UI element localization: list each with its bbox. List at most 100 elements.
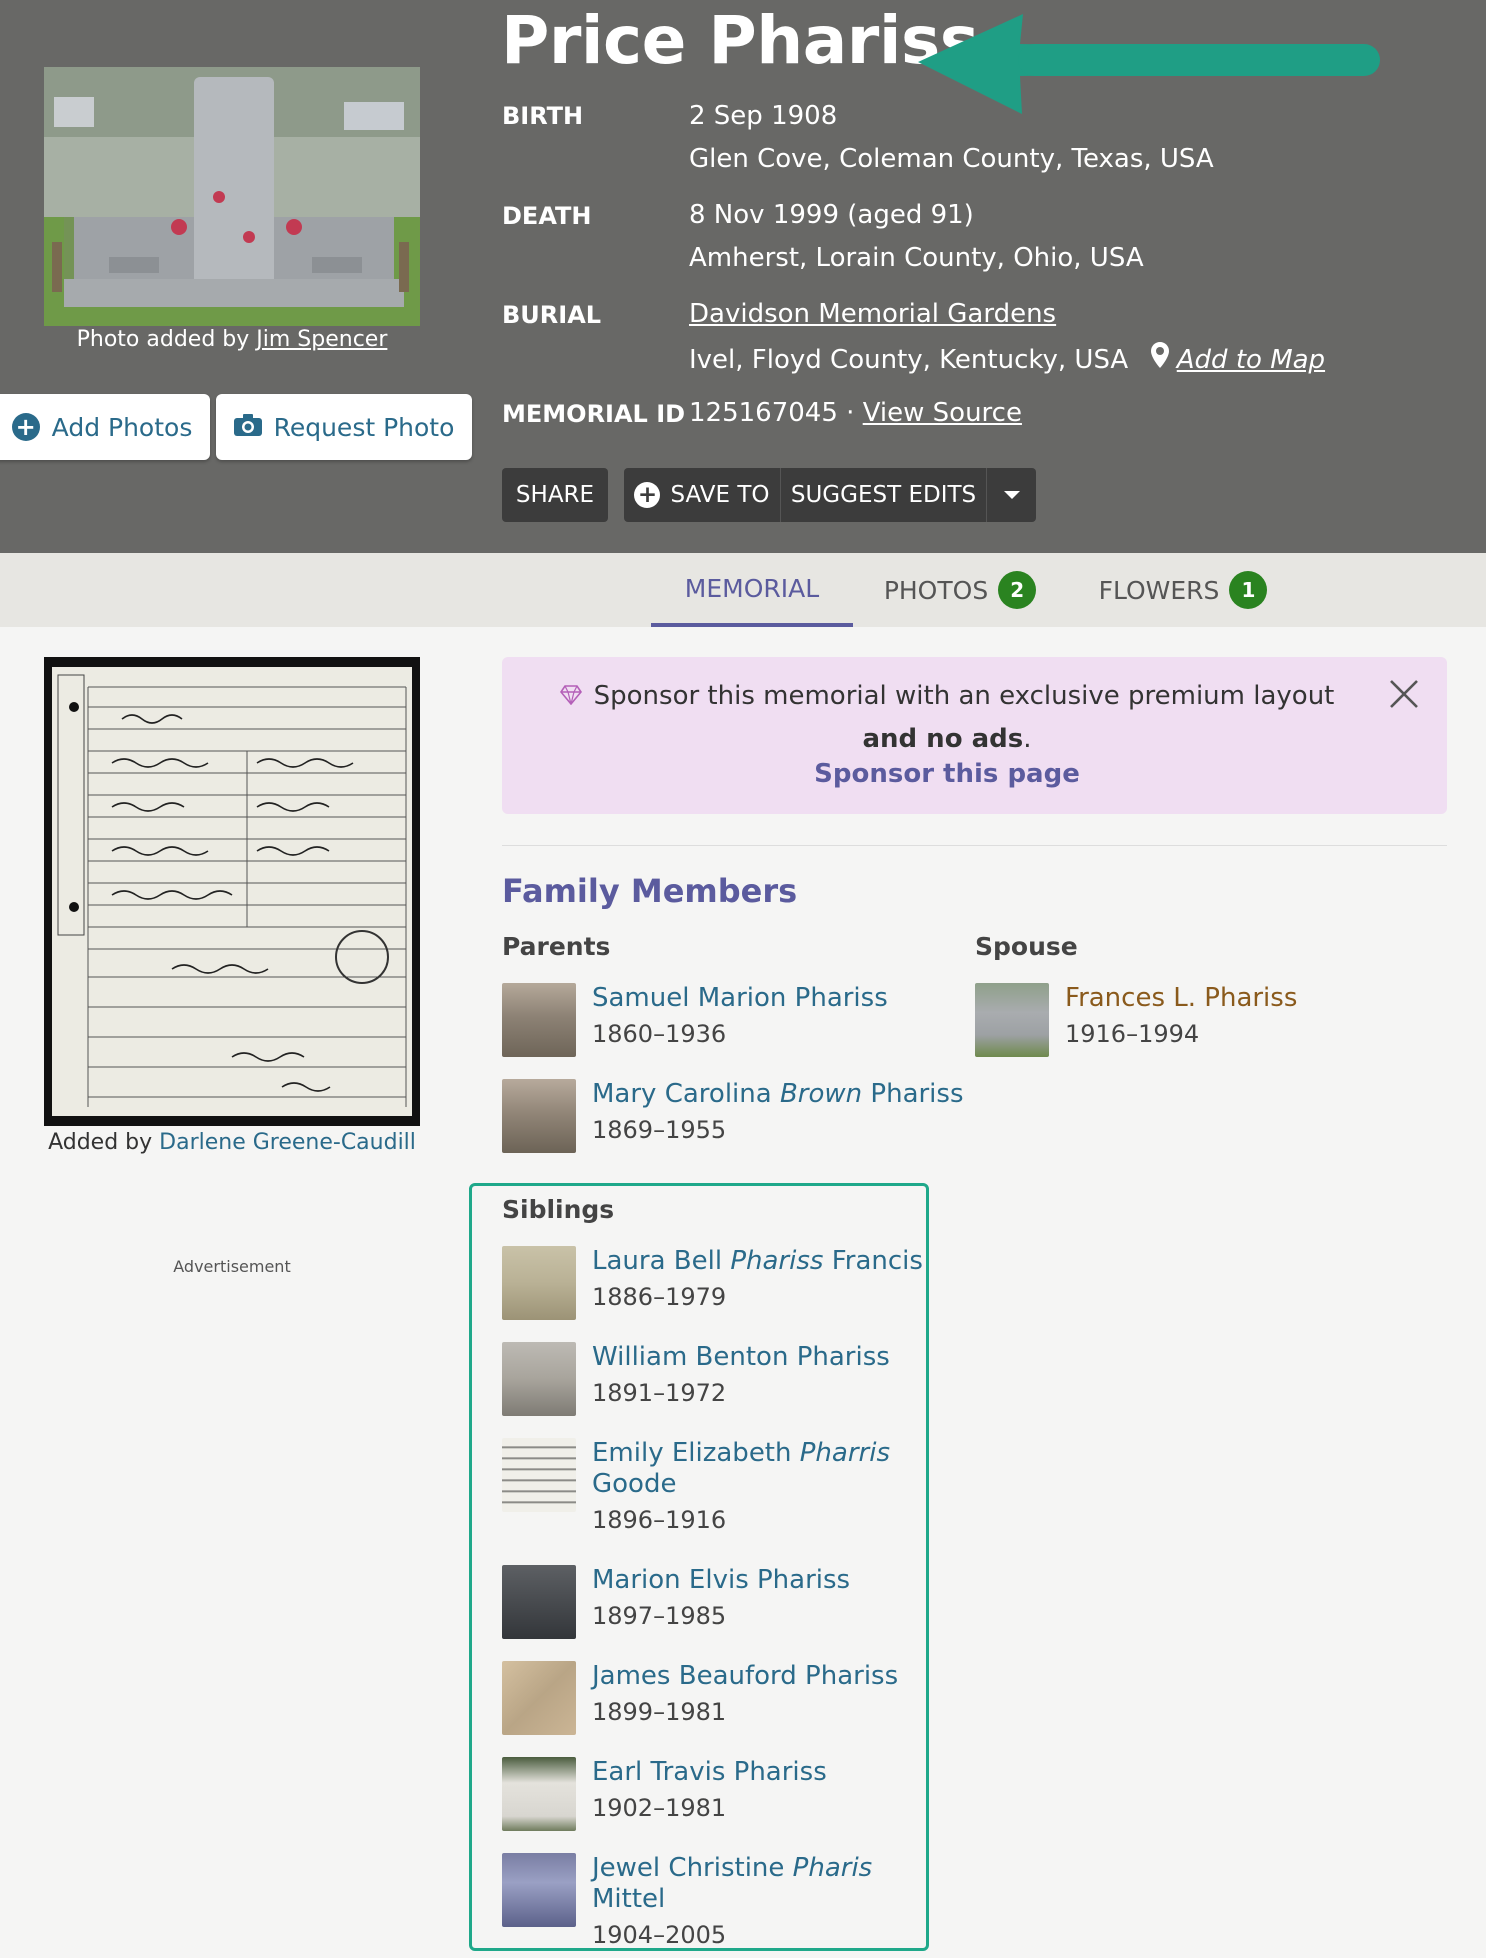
member-name: James Beauford Phariss — [592, 1661, 898, 1692]
sponsor-message: Sponsor this memorial with an exclusive … — [593, 681, 1335, 711]
member-thumbnail — [502, 1757, 576, 1831]
family-member-sibling[interactable]: Earl Travis Phariss 1902–1981 — [502, 1757, 827, 1831]
certificate-credit-label: Added by — [48, 1130, 153, 1155]
member-name-first: Earl Travis Phariss — [592, 1757, 827, 1787]
add-to-map-link[interactable]: Add to Map — [1177, 345, 1325, 375]
family-member-sibling[interactable]: Marion Elvis Phariss 1897–1985 — [502, 1565, 850, 1639]
member-name-first: James Beauford Phariss — [592, 1661, 899, 1691]
sponsor-text: Sponsor this memorial with an exclusive … — [542, 675, 1352, 760]
tab-photos[interactable]: PHOTOS 2 — [880, 553, 1040, 627]
member-dates: 1860–1936 — [592, 1020, 727, 1048]
certificate-credit-link[interactable]: Darlene Greene-Caudill — [159, 1130, 416, 1155]
death-place: Amherst, Lorain County, Ohio, USA — [689, 243, 1144, 273]
tab-memorial[interactable]: MEMORIAL — [651, 553, 853, 627]
member-thumbnail — [975, 983, 1049, 1057]
suggest-edits-button[interactable]: SUGGEST EDITS — [780, 468, 986, 522]
death-label: DEATH — [502, 202, 592, 230]
member-dates: 1886–1979 — [592, 1283, 727, 1311]
member-name-first: Mary Carolina — [592, 1079, 772, 1109]
request-photo-button[interactable]: Request Photo — [216, 394, 472, 460]
sponsor-page-link[interactable]: Sponsor this page — [502, 759, 1392, 789]
member-name-last: Phariss — [870, 1079, 964, 1109]
member-thumbnail — [502, 1853, 576, 1927]
family-member-parent[interactable]: Mary Carolina Brown Phariss 1869–1955 — [502, 1079, 964, 1153]
siblings-title: Siblings — [502, 1195, 615, 1224]
member-info: Jewel Christine Pharis Mittel 1904–2005 — [592, 1853, 892, 1949]
photo-credit-link[interactable]: Jim Spencer — [256, 327, 387, 352]
annotation-arrow — [918, 14, 1388, 118]
family-member-sibling[interactable]: Emily Elizabeth Pharris Goode 1896–1916 — [502, 1438, 892, 1534]
memorial-header: Photo added by Jim Spencer + Add Photos … — [0, 0, 1486, 553]
family-member-parent[interactable]: Samuel Marion Phariss 1860–1936 — [502, 983, 888, 1057]
member-name: Samuel Marion Phariss — [592, 983, 888, 1014]
member-info: James Beauford Phariss 1899–1981 — [592, 1661, 898, 1735]
suggest-edits-label: SUGGEST EDITS — [790, 482, 977, 508]
tab-photos-label: PHOTOS — [883, 575, 989, 605]
member-info: Laura Bell Phariss Francis 1886–1979 — [592, 1246, 923, 1320]
member-thumbnail — [502, 1661, 576, 1735]
birth-place: Glen Cove, Coleman County, Texas, USA — [689, 144, 1214, 174]
member-name: Earl Travis Phariss — [592, 1757, 827, 1788]
photo-credit-label: Photo added by — [76, 327, 250, 352]
member-name-first: Emily Elizabeth — [592, 1438, 792, 1468]
member-name: Marion Elvis Phariss — [592, 1565, 850, 1596]
member-thumbnail — [502, 1565, 576, 1639]
certificate-credit: Added by Darlene Greene-Caudill — [44, 1130, 420, 1155]
member-name-last: Goode — [592, 1469, 677, 1499]
member-name-maiden: Pharis — [792, 1853, 873, 1883]
member-thumbnail — [502, 1079, 576, 1153]
member-name-first: Laura Bell — [592, 1246, 723, 1276]
sponsor-banner: Sponsor this memorial with an exclusive … — [502, 657, 1447, 814]
member-dates: 1896–1916 — [592, 1506, 727, 1534]
save-to-button[interactable]: + SAVE TO — [624, 468, 780, 522]
burial-label: BURIAL — [502, 301, 602, 329]
burial-cemetery: Davidson Memorial Gardens — [689, 299, 1056, 329]
tab-flowers-label: FLOWERS — [1098, 575, 1220, 605]
plus-circle-icon: + — [11, 413, 40, 441]
more-options-button[interactable] — [986, 468, 1036, 522]
family-member-spouse[interactable]: Frances L. Phariss 1916–1994 — [975, 983, 1297, 1057]
sponsor-message-bold: and no ads — [862, 723, 1024, 754]
member-thumbnail — [502, 1246, 576, 1320]
member-dates: 1902–1981 — [592, 1794, 727, 1822]
memorial-id-label: MEMORIAL ID — [502, 400, 686, 428]
member-name-last: Francis — [831, 1246, 923, 1276]
member-info: Emily Elizabeth Pharris Goode 1896–1916 — [592, 1438, 892, 1534]
id-separator: · — [846, 398, 855, 428]
family-member-sibling[interactable]: James Beauford Phariss 1899–1981 — [502, 1661, 898, 1735]
tab-memorial-label: MEMORIAL — [684, 573, 820, 603]
member-name-first: Marion Elvis Phariss — [592, 1565, 851, 1595]
close-icon[interactable] — [1387, 677, 1421, 715]
share-button[interactable]: SHARE — [502, 468, 608, 522]
member-name-first: Frances L. Phariss — [1065, 983, 1298, 1013]
photos-count-badge: 2 — [998, 571, 1037, 609]
burial-place-row: Ivel, Floyd County, Kentucky, USA Add to… — [689, 342, 1325, 375]
plus-circle-icon: + — [634, 482, 661, 508]
save-to-label: SAVE TO — [670, 482, 770, 508]
gravestone-photo[interactable] — [44, 67, 420, 326]
cemetery-link[interactable]: Davidson Memorial Gardens — [689, 299, 1056, 329]
view-source-link[interactable]: View Source — [863, 398, 1022, 428]
add-photos-button[interactable]: + Add Photos — [0, 394, 210, 460]
death-certificate-image[interactable] — [44, 657, 420, 1126]
member-name-last: Mittel — [592, 1884, 666, 1914]
memorial-id: 125167045 — [689, 398, 838, 428]
memorial-id-row: 125167045 · View Source — [689, 398, 1022, 428]
member-info: Earl Travis Phariss 1902–1981 — [592, 1757, 827, 1831]
share-label: SHARE — [515, 482, 595, 508]
tab-flowers[interactable]: FLOWERS 1 — [1098, 553, 1268, 627]
member-name-first: William Benton Phariss — [592, 1342, 890, 1372]
member-info: Marion Elvis Phariss 1897–1985 — [592, 1565, 850, 1639]
member-name: Emily Elizabeth Pharris Goode — [592, 1438, 892, 1500]
add-photos-label: Add Photos — [51, 412, 193, 442]
parents-title: Parents — [502, 932, 611, 961]
certificate-paper — [52, 667, 412, 1116]
member-thumbnail — [502, 1438, 576, 1512]
tab-bar: MEMORIAL PHOTOS 2 FLOWERS 1 — [0, 553, 1486, 627]
member-dates: 1869–1955 — [592, 1116, 727, 1144]
family-member-sibling[interactable]: Jewel Christine Pharis Mittel 1904–2005 — [502, 1853, 892, 1949]
family-member-sibling[interactable]: William Benton Phariss 1891–1972 — [502, 1342, 890, 1416]
member-info: Frances L. Phariss 1916–1994 — [1065, 983, 1297, 1057]
flowers-count-badge: 1 — [1229, 571, 1268, 609]
family-member-sibling[interactable]: Laura Bell Phariss Francis 1886–1979 — [502, 1246, 923, 1320]
